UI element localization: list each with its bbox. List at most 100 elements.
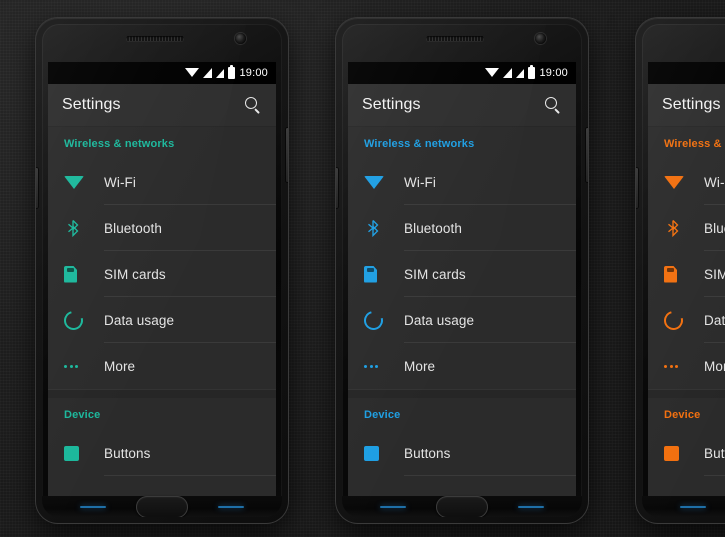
list-item-label: Bluetooth xyxy=(104,220,162,236)
buttons-icon: B xyxy=(364,445,404,461)
list-item-label: Bluetooth xyxy=(404,220,462,236)
buttons-icon-glyph: B xyxy=(68,447,75,459)
list-item-sim-cards[interactable]: SIM cards xyxy=(648,251,725,297)
phone-screen: 19:00 Settings Wireless & networks Wi-Fi xyxy=(48,62,276,496)
buttons-icon-glyph: B xyxy=(668,447,675,459)
sim-card-icon xyxy=(364,265,404,283)
list-item-more[interactable]: More xyxy=(48,343,276,389)
status-bar-time: 19:00 xyxy=(539,66,568,79)
back-key[interactable] xyxy=(80,505,106,508)
battery-icon xyxy=(528,65,536,79)
list-item-data-usage[interactable]: Data usage xyxy=(648,297,725,343)
search-icon[interactable] xyxy=(544,96,562,114)
home-button[interactable] xyxy=(136,495,188,517)
list-item-label: Wi-Fi xyxy=(104,174,136,190)
list-item-wifi[interactable]: Wi-Fi xyxy=(48,159,276,205)
sim-card-icon xyxy=(664,265,704,283)
more-icon xyxy=(364,364,404,368)
bluetooth-icon xyxy=(664,219,704,237)
section-header-device: Device xyxy=(364,409,401,421)
list-item-buttons[interactable]: B Buttons xyxy=(648,430,725,476)
phone-orange: 19:00 Settings Wireless & networks Wi-Fi xyxy=(636,18,725,523)
wifi-icon xyxy=(664,175,704,189)
volume-button[interactable] xyxy=(286,128,288,182)
navigation-chin xyxy=(642,496,725,517)
list-item-buttons[interactable]: B Buttons xyxy=(48,430,276,476)
list-item-sim-cards[interactable]: SIM cards xyxy=(348,251,576,297)
app-bar: Settings xyxy=(48,84,276,127)
wifi-icon xyxy=(64,175,104,189)
data-usage-icon xyxy=(360,307,404,333)
status-bar: 19:00 xyxy=(648,62,725,84)
list-item-label: Data usage xyxy=(104,312,175,328)
section-divider xyxy=(648,389,725,398)
list-item-buttons[interactable]: B Buttons xyxy=(348,430,576,476)
section-header-device: Device xyxy=(64,409,101,421)
volume-button[interactable] xyxy=(336,168,338,208)
list-item-label: More xyxy=(704,358,725,374)
list-item-label: Buttons xyxy=(404,445,451,461)
list-item-label: SIM cards xyxy=(704,266,725,282)
list-item-bluetooth[interactable]: Bluetooth xyxy=(348,205,576,251)
list-item-bluetooth[interactable]: Bluetooth xyxy=(48,205,276,251)
list-item-wifi[interactable]: Wi-Fi xyxy=(348,159,576,205)
signal-icon xyxy=(503,68,513,78)
list-item-bluetooth[interactable]: Bluetooth xyxy=(648,205,725,251)
sim-card-icon xyxy=(64,265,104,283)
app-bar: Settings xyxy=(648,84,725,127)
list-item-label: Data usage xyxy=(704,312,725,328)
buttons-icon: B xyxy=(64,445,104,461)
list-item-more[interactable]: More xyxy=(648,343,725,389)
page-title: Settings xyxy=(362,96,421,113)
wifi-icon xyxy=(485,68,500,77)
list-item-label: More xyxy=(104,358,136,374)
list-item-sim-cards[interactable]: SIM cards xyxy=(48,251,276,297)
page-title: Settings xyxy=(62,96,121,113)
home-button[interactable] xyxy=(436,495,488,517)
settings-list: Wireless & networks Wi-Fi Bluetooth SIM … xyxy=(648,127,725,496)
section-header-device: Device xyxy=(664,409,701,421)
list-item-more[interactable]: More xyxy=(348,343,576,389)
list-item-data-usage[interactable]: Data usage xyxy=(48,297,276,343)
bluetooth-icon xyxy=(64,219,104,237)
navigation-chin xyxy=(342,495,582,517)
back-key[interactable] xyxy=(380,505,406,508)
signal-icon xyxy=(203,68,213,78)
volume-button[interactable] xyxy=(586,128,588,182)
status-bar: 19:00 xyxy=(48,62,276,84)
buttons-icon: B xyxy=(664,445,704,461)
status-bar-time: 19:00 xyxy=(239,66,268,79)
signal-icon xyxy=(216,68,225,78)
volume-button[interactable] xyxy=(636,168,638,208)
buttons-icon-glyph: B xyxy=(368,447,375,459)
phone-teal: 19:00 Settings Wireless & networks Wi-Fi xyxy=(36,18,288,523)
signal-icon xyxy=(516,68,525,78)
list-item-label: Bluetooth xyxy=(704,220,725,236)
recents-key[interactable] xyxy=(518,505,544,508)
phone-screen: 19:00 Settings Wireless & networks Wi-Fi xyxy=(348,62,576,496)
navigation-chin xyxy=(42,495,282,517)
status-bar: 19:00 xyxy=(348,62,576,84)
more-icon xyxy=(664,364,704,368)
list-item-label: Data usage xyxy=(404,312,475,328)
phone-glass: 19:00 Settings Wireless & networks Wi-Fi xyxy=(42,24,282,517)
list-item-data-usage[interactable]: Data usage xyxy=(348,297,576,343)
volume-button[interactable] xyxy=(36,168,38,208)
earpiece-speaker xyxy=(426,36,484,41)
wifi-icon xyxy=(364,175,404,189)
battery-icon xyxy=(228,65,236,79)
back-key[interactable] xyxy=(680,505,706,508)
page-title: Settings xyxy=(662,96,721,113)
settings-list: Wireless & networks Wi-Fi Bluetooth SIM … xyxy=(48,127,276,496)
list-item-label: SIM cards xyxy=(104,266,166,282)
section-header-wireless: Wireless & networks xyxy=(664,138,725,150)
more-icon xyxy=(64,364,104,368)
section-divider xyxy=(348,389,576,398)
recents-key[interactable] xyxy=(218,505,244,508)
list-item-label: Wi-Fi xyxy=(404,174,436,190)
search-icon[interactable] xyxy=(244,96,262,114)
phone-blue: 19:00 Settings Wireless & networks Wi-Fi xyxy=(336,18,588,523)
phone-glass: 19:00 Settings Wireless & networks Wi-Fi xyxy=(642,24,725,517)
list-item-label: More xyxy=(404,358,436,374)
list-item-wifi[interactable]: Wi-Fi xyxy=(648,159,725,205)
